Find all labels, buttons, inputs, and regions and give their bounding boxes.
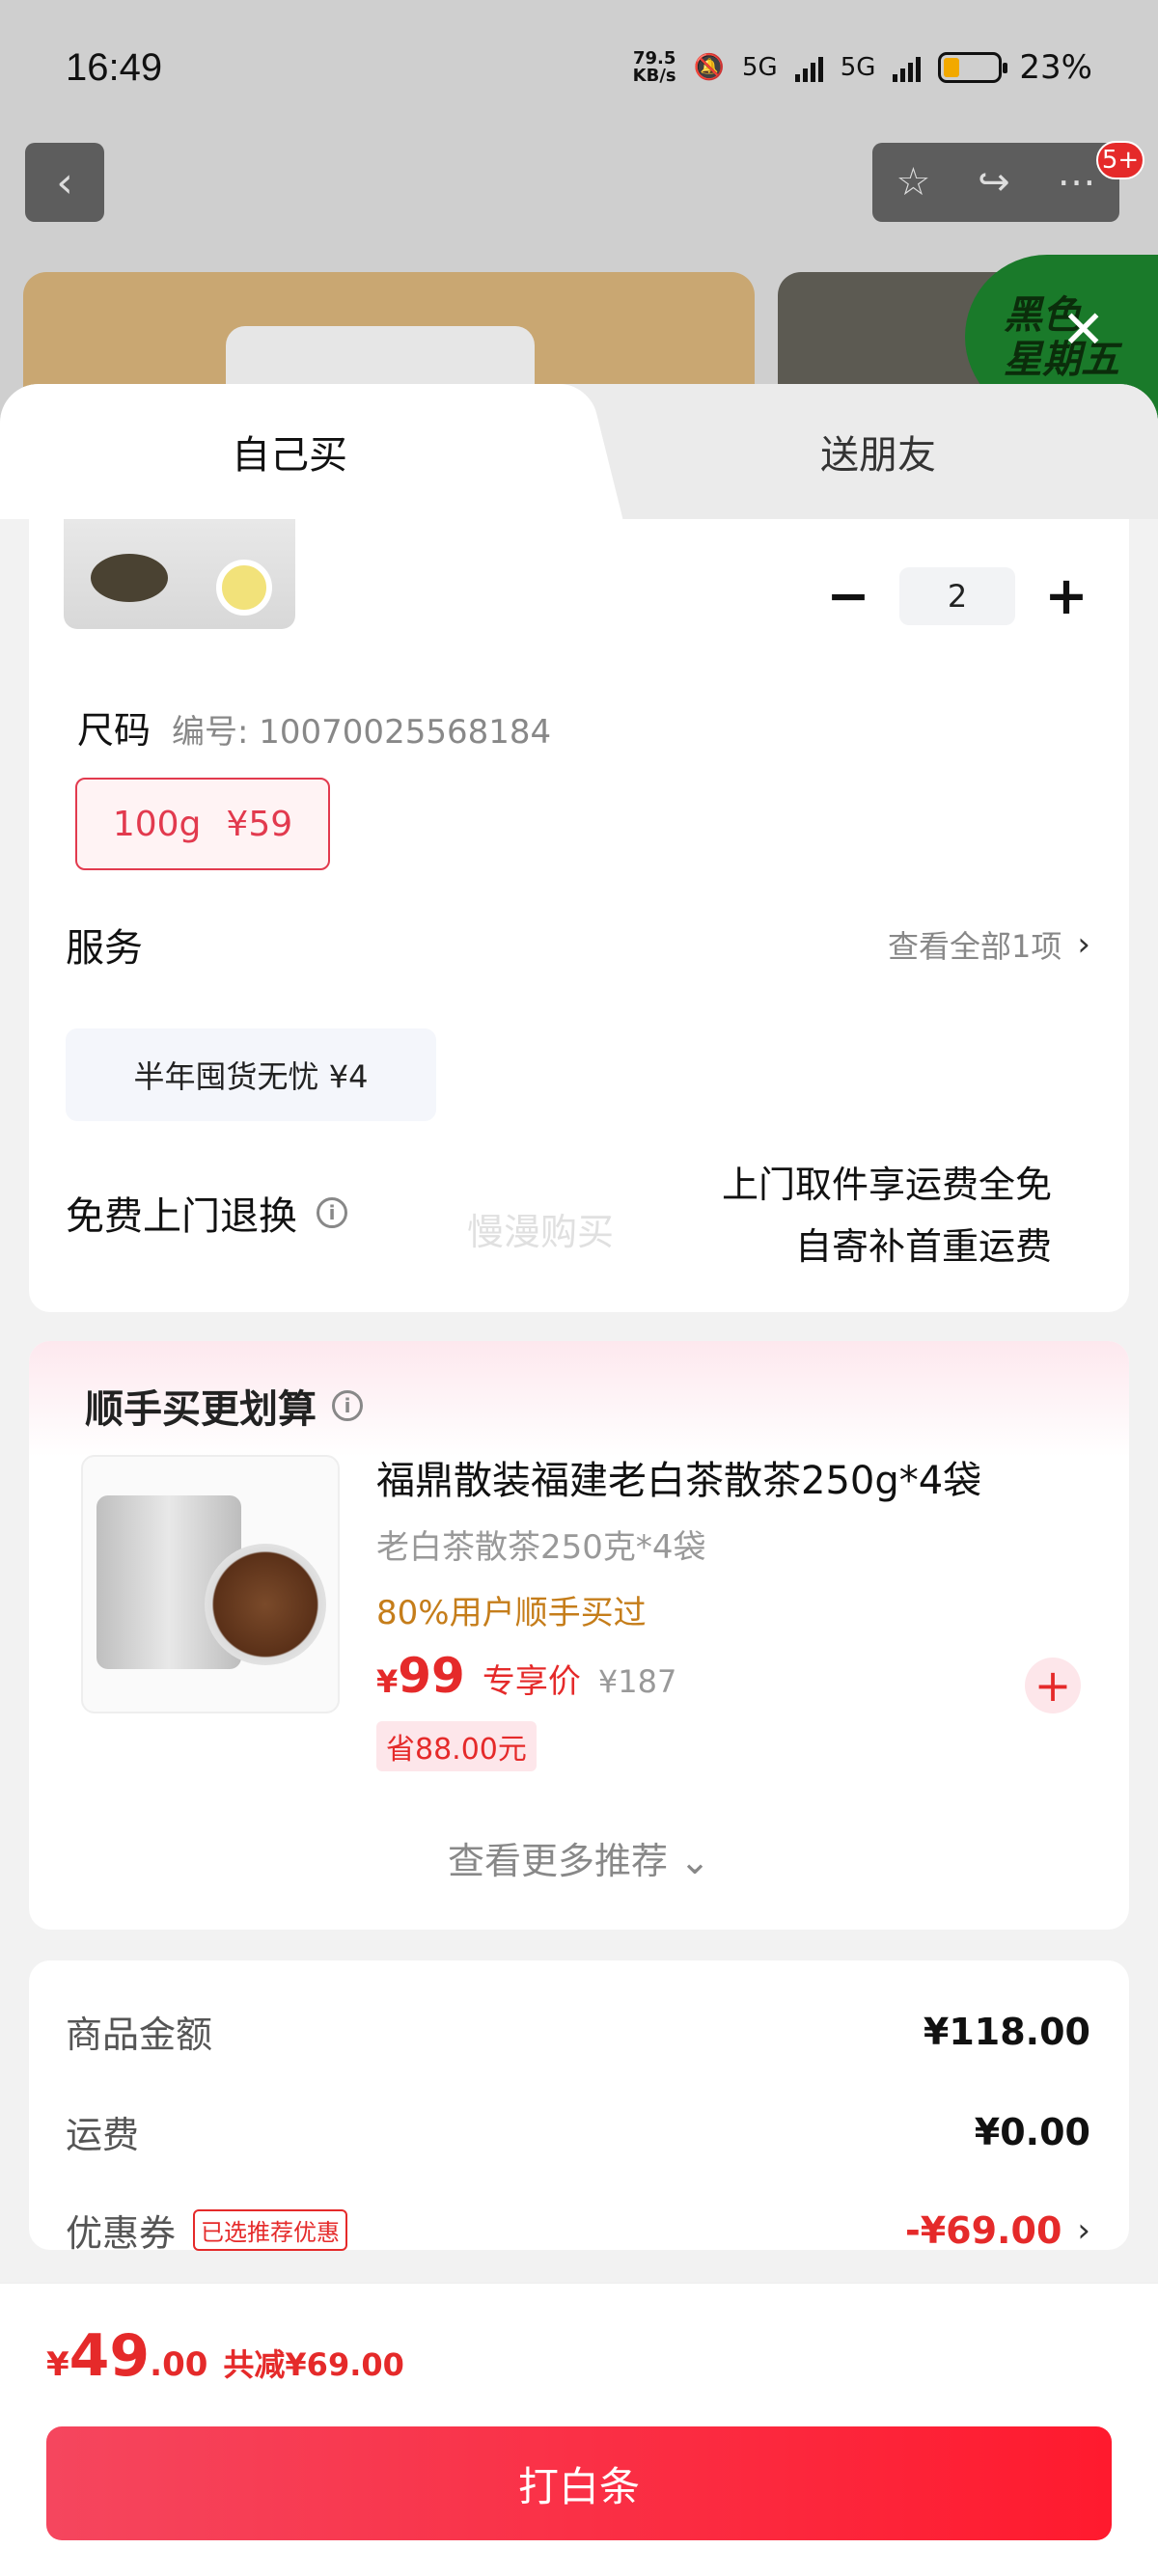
signal-icon-2 — [893, 53, 922, 82]
close-icon[interactable]: ✕ — [1062, 299, 1105, 360]
goods-amount-row: 商品金额 ¥118.00 — [66, 2010, 1090, 2057]
price-summary-card: 商品金额 ¥118.00 运费 ¥0.00 优惠券 已选推荐优惠 -¥69.00… — [29, 1960, 1129, 2255]
product-thumbnail — [64, 519, 295, 629]
total-reduced: 共减¥69.00 — [223, 2346, 404, 2383]
purchase-tabs: 自己买 送朋友 — [0, 384, 1158, 519]
service-row[interactable]: 服务 查看全部1项 › — [66, 917, 1090, 973]
recommend-product-name[interactable]: 福鼎散装福建老白茶散茶250g*4袋 — [376, 1449, 981, 1505]
recommend-product-subtitle: 老白茶散茶250克*4袋 — [376, 1528, 706, 1567]
tab-buy-self[interactable]: 自己买 — [0, 384, 579, 519]
plus-icon: + — [1034, 1659, 1072, 1712]
save-badge: 省88.00元 — [376, 1721, 537, 1771]
chevron-right-icon: › — [1077, 2210, 1090, 2250]
price-tag: 专享价 — [482, 1662, 581, 1701]
battery-icon — [938, 52, 1008, 83]
increase-button[interactable]: + — [1042, 565, 1090, 626]
add-recommend-button[interactable]: + — [1025, 1658, 1081, 1713]
network-5g-label: 5G — [742, 53, 778, 82]
pay-button[interactable]: 打白条 — [46, 2426, 1112, 2540]
tab-gift-friend[interactable]: 送朋友 — [598, 384, 1158, 519]
size-header: 尺码 编号: 10070025568184 — [77, 700, 551, 754]
decrease-button[interactable]: − — [824, 565, 872, 626]
back-button[interactable]: ‹ — [25, 143, 104, 222]
more-icon[interactable]: ⋯ — [1058, 160, 1096, 205]
status-time: 16:49 — [66, 45, 163, 89]
network-speed: 79.5 KB/s — [632, 48, 676, 86]
purchase-sheet: 自己买 送朋友 − 2 + 尺码 编号: 10070025568184 100g… — [0, 384, 1158, 2576]
checkout-bar: ¥ 49 .00 共减¥69.00 打白条 — [0, 2283, 1158, 2576]
chevron-left-icon: ‹ — [56, 157, 73, 207]
mute-bell-icon: 🔕 — [693, 53, 726, 82]
coupon-tag: 已选推荐优惠 — [193, 2209, 348, 2251]
network-5g-label-2: 5G — [840, 53, 876, 82]
nav-actions: ☆ ↪ ⋯ — [872, 143, 1119, 222]
product-code: 编号: 10070025568184 — [172, 713, 552, 752]
recommend-product-image[interactable] — [81, 1455, 340, 1713]
recommend-stat: 80%用户顺手买过 — [376, 1594, 647, 1632]
share-icon[interactable]: ↪ — [978, 160, 1010, 205]
chevron-right-icon: › — [1077, 925, 1090, 964]
service-view-all[interactable]: 查看全部1项 — [888, 922, 1062, 967]
free-return-title: 免费上门退换 — [66, 1194, 297, 1239]
product-options-card: − 2 + 尺码 编号: 10070025568184 100g ¥59 服务 … — [29, 519, 1129, 1312]
recommend-title: 顺手买更划算 i — [85, 1378, 363, 1434]
size-option-100g[interactable]: 100g ¥59 — [75, 778, 330, 870]
shipping-row: 运费 ¥0.00 — [66, 2110, 1090, 2157]
status-bar: 16:49 79.5 KB/s 🔕 5G 5G 23% — [0, 0, 1158, 135]
total-price: ¥ 49 .00 共减¥69.00 — [46, 2322, 404, 2390]
recommend-price: ¥99 专享价 ¥187 — [376, 1648, 677, 1704]
status-icons: 79.5 KB/s 🔕 5G 5G 23% — [633, 48, 1092, 87]
message-badge: 5+ — [1096, 141, 1144, 179]
original-price: ¥187 — [597, 1663, 677, 1700]
info-icon[interactable]: i — [317, 1197, 347, 1228]
battery-percent: 23% — [1019, 48, 1092, 87]
size-label: 尺码 — [77, 709, 152, 752]
quantity-input[interactable]: 2 — [899, 566, 1015, 625]
quantity-stepper: − 2 + — [824, 565, 1090, 626]
service-title: 服务 — [66, 926, 143, 971]
coupon-row[interactable]: 优惠券 已选推荐优惠 -¥69.00 › — [66, 2204, 1090, 2257]
star-icon[interactable]: ☆ — [896, 160, 930, 205]
service-option[interactable]: 半年囤货无忧 ¥4 — [66, 1028, 436, 1121]
more-recommend-link[interactable]: 查看更多推荐 ⌄ — [29, 1831, 1129, 1884]
watermark: 慢漫购买 — [467, 1211, 615, 1253]
free-return-desc: 上门取件享运费全免 自寄补首重运费 — [721, 1164, 1052, 1268]
signal-icon — [794, 53, 823, 82]
info-icon[interactable]: i — [332, 1390, 363, 1421]
recommend-card: 顺手买更划算 i 福鼎散装福建老白茶散茶250g*4袋 老白茶散茶250克*4袋… — [29, 1341, 1129, 1930]
